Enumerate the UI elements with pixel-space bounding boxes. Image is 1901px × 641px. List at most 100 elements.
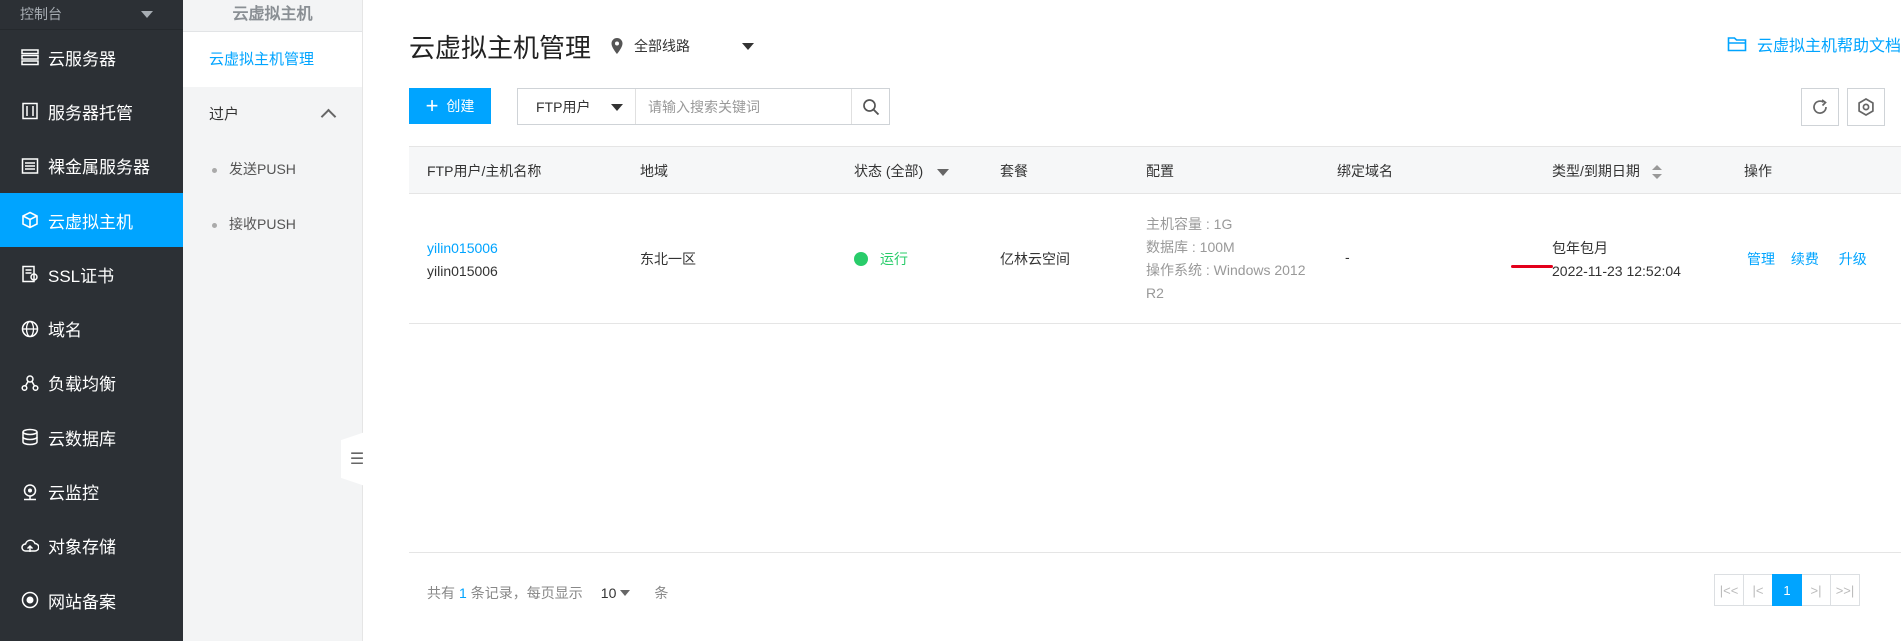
submenu-item-send-push[interactable]: 发送PUSH: [183, 142, 362, 197]
page-button-current[interactable]: 1: [1772, 574, 1802, 606]
type-expiry-header-label: 类型/到期日期: [1552, 163, 1640, 179]
submenu-item-vhost-management[interactable]: 云虚拟主机管理: [183, 32, 362, 87]
submenu-item-receive-push[interactable]: 接收PUSH: [183, 197, 362, 252]
prev-page-button[interactable]: |<: [1743, 574, 1773, 606]
cell-actions: 管理 续费 升级: [1747, 249, 1867, 269]
manage-highlight-mark: [1511, 265, 1553, 268]
sidebar-item-cloud-server[interactable]: 云服务器: [0, 30, 183, 84]
submenu-group-label: 过户: [209, 106, 240, 123]
cell-config: 主机容量 : 1G 数据库 : 100M 操作系统 : Windows 2012…: [1146, 213, 1326, 305]
vhost-table: FTP用户/主机名称 地域 状态 (全部) 套餐 配置 绑定域名 类型/到期日期…: [409, 146, 1901, 324]
search-field-select[interactable]: FTP用户: [518, 89, 636, 124]
first-page-button[interactable]: |<<: [1714, 574, 1744, 606]
monitor-icon: [20, 482, 40, 502]
renew-link[interactable]: 续费: [1791, 251, 1819, 267]
console-switcher[interactable]: 控制台: [0, 0, 183, 30]
column-header-domain: 绑定域名: [1337, 163, 1393, 179]
refresh-button[interactable]: [1801, 88, 1839, 126]
sort-icon: [1651, 165, 1662, 180]
sidebar-item-label: 负载均衡: [48, 375, 116, 395]
help-doc-link[interactable]: 云虚拟主机帮助文档: [1727, 32, 1901, 56]
sidebar-item-ssl[interactable]: SSL证书: [0, 247, 183, 301]
billing-type: 包年包月: [1552, 240, 1608, 256]
page-title: 云虚拟主机管理: [409, 33, 592, 63]
config-os: 操作系统 : Windows 2012: [1146, 262, 1306, 278]
sidebar-item-load-balancer[interactable]: 负载均衡: [0, 356, 183, 410]
upgrade-link[interactable]: 升级: [1839, 251, 1867, 267]
app-root: 控制台 云服务器 服务器托管 裸金属服务器 云虚拟主机 SSL证书 域名 负载均…: [0, 0, 1901, 641]
bullet-icon: [212, 223, 217, 228]
sidebar-item-label: 域名: [48, 321, 82, 341]
pagination-total: 1: [459, 585, 467, 601]
next-page-button[interactable]: >|: [1801, 574, 1831, 606]
sidebar-item-label: 对象存储: [48, 538, 116, 558]
chevron-down-icon: [141, 11, 153, 18]
table-row: yilin015006 yilin015006 东北一区 运行 亿林云空间 主机…: [409, 194, 1901, 324]
region-label: 全部线路: [634, 38, 690, 54]
config-database: 数据库 : 100M: [1146, 239, 1235, 255]
submenu-title: 云虚拟主机: [183, 0, 362, 32]
toolbar: + 创建 FTP用户: [409, 88, 1901, 126]
submenu-collapse-toggle[interactable]: ☰: [341, 432, 365, 486]
create-label: 创建: [446, 98, 475, 114]
sidebar-item-monitor[interactable]: 云监控: [0, 464, 183, 518]
database-icon: [20, 427, 40, 447]
pagination-unit: 条: [654, 585, 669, 601]
help-doc-label: 云虚拟主机帮助文档: [1756, 38, 1901, 55]
sidebar-item-label: 云监控: [48, 484, 99, 504]
pagination-prefix: 共有: [427, 585, 455, 601]
pagination-suffix: 条记录，每页显示: [470, 585, 583, 601]
chevron-down-icon: [742, 42, 754, 50]
sidebar-item-label: SSL证书: [48, 266, 115, 286]
cell-name: yilin015006 yilin015006: [427, 237, 498, 283]
sidebar-item-website-record[interactable]: 网站备案: [0, 573, 183, 627]
search-button[interactable]: [851, 89, 889, 124]
submenu-sub-label: 发送PUSH: [229, 161, 296, 177]
sidebar-item-database[interactable]: 云数据库: [0, 410, 183, 464]
cloud-upload-icon: [20, 536, 40, 556]
console-label: 控制台: [20, 6, 62, 22]
cell-region: 东北一区: [640, 251, 696, 267]
submenu-sub-label: 接收PUSH: [229, 216, 296, 232]
create-button[interactable]: + 创建: [409, 88, 491, 124]
search-input[interactable]: [636, 89, 851, 124]
refresh-icon: [1813, 99, 1827, 114]
status-text: 运行: [880, 251, 908, 267]
secondary-menu: 云虚拟主机 云虚拟主机管理 过户 发送PUSH 接收PUSH: [183, 0, 363, 641]
cell-domain: -: [1345, 249, 1350, 265]
bullet-icon: [212, 168, 217, 173]
search-box: FTP用户: [517, 88, 890, 125]
manage-link[interactable]: 管理: [1747, 251, 1775, 267]
table-footer-divider: [409, 552, 1901, 553]
rack-icon: [20, 101, 40, 121]
sidebar-item-virtual-host[interactable]: 云虚拟主机: [0, 192, 183, 248]
gear-icon: [1858, 98, 1874, 116]
search-field-label: FTP用户: [536, 98, 591, 115]
settings-button[interactable]: [1847, 88, 1885, 126]
sidebar-item-server-hosting[interactable]: 服务器托管: [0, 84, 183, 138]
config-os-version: R2: [1146, 285, 1164, 301]
sidebar-item-bare-metal[interactable]: 裸金属服务器: [0, 139, 183, 193]
column-header-config: 配置: [1146, 163, 1174, 179]
column-header-name: FTP用户/主机名称: [427, 163, 542, 179]
cell-type-expiry: 包年包月 2022-11-23 12:52:04: [1552, 237, 1681, 283]
status-running-icon: [854, 252, 868, 266]
chevron-up-icon: [320, 108, 337, 125]
chevron-down-icon: [611, 104, 623, 111]
page-size-select[interactable]: 10: [601, 585, 617, 601]
column-header-actions: 操作: [1744, 163, 1772, 179]
baremetal-icon: [20, 156, 40, 176]
column-header-status[interactable]: 状态 (全部): [854, 147, 950, 195]
ftp-user-link[interactable]: yilin015006: [427, 237, 498, 260]
sidebar-item-label: 服务器托管: [48, 103, 133, 123]
column-header-type-expiry[interactable]: 类型/到期日期: [1552, 147, 1662, 195]
sidebar-item-object-storage[interactable]: 对象存储: [0, 519, 183, 573]
region-selector[interactable]: 全部线路: [610, 36, 754, 56]
sidebar-item-domain[interactable]: 域名: [0, 301, 183, 355]
last-page-button[interactable]: >>|: [1830, 574, 1860, 606]
table-header: FTP用户/主机名称 地域 状态 (全部) 套餐 配置 绑定域名 类型/到期日期…: [409, 146, 1901, 194]
server-icon: [20, 47, 40, 67]
host-name: yilin015006: [427, 263, 498, 279]
main-content: 云虚拟主机管理 全部线路 云虚拟主机帮助文档 + 创建 FTP用户 请输入搜索关…: [363, 0, 1901, 641]
submenu-group-transfer[interactable]: 过户: [183, 87, 362, 142]
